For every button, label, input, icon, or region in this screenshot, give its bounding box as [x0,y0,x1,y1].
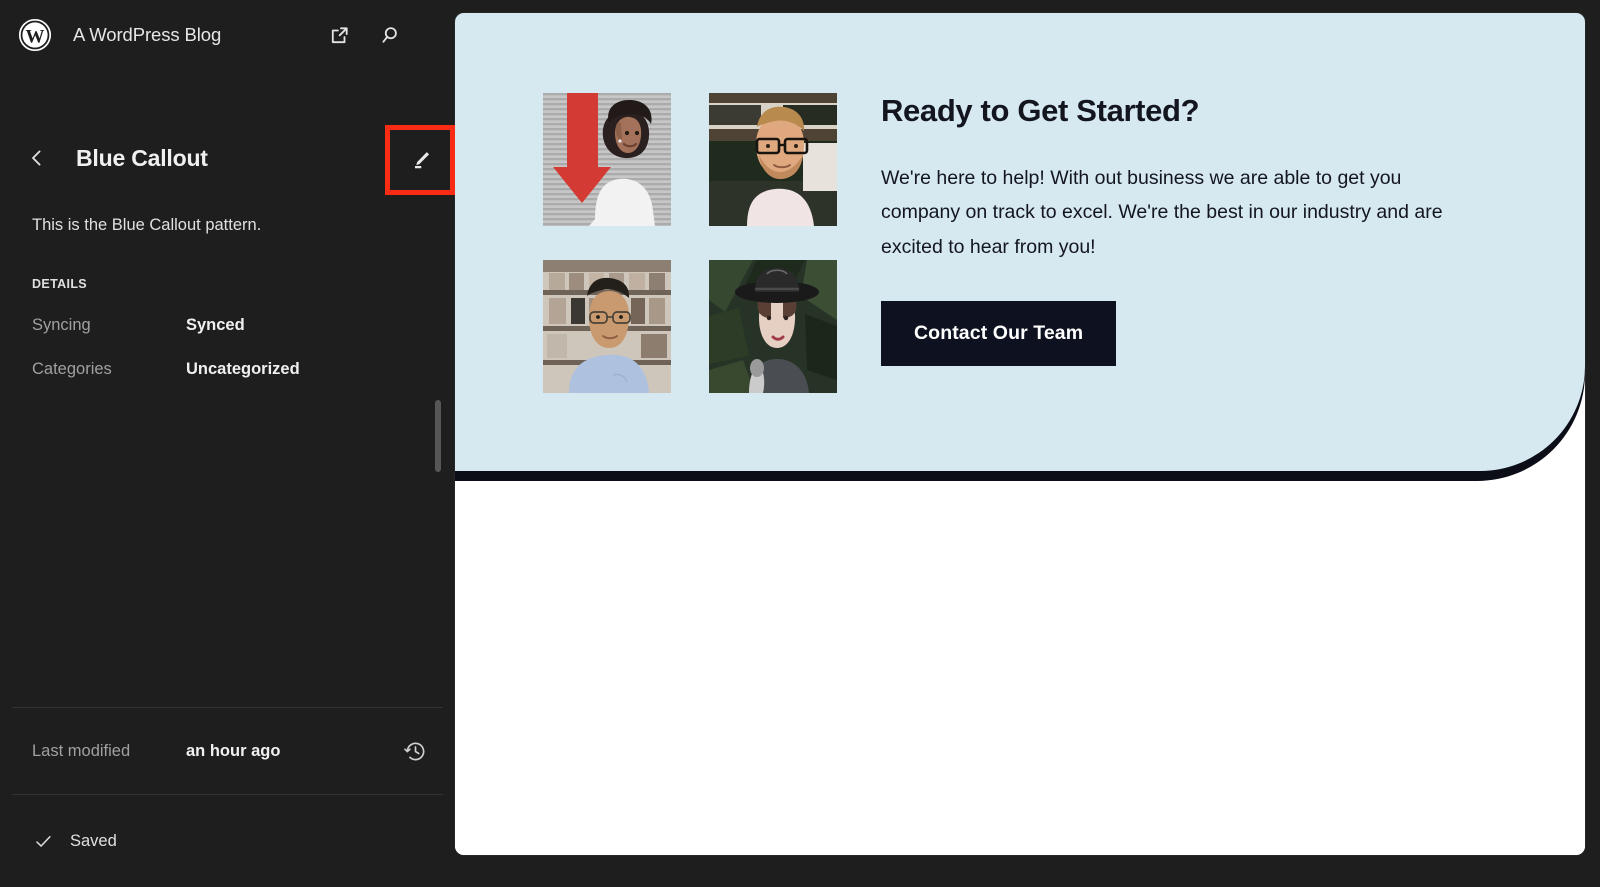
pattern-description: This is the Blue Callout pattern. [32,216,262,234]
pattern-title-row: Blue Callout [0,122,455,194]
details-section-label: DETAILS [32,277,87,292]
details-section: DETAILS Syncing Synced Categories Uncate… [0,277,455,379]
external-link-icon[interactable] [323,19,355,51]
callout-text-column: Ready to Get Started? We're here to help… [881,93,1481,366]
edit-pattern-button[interactable] [396,136,444,184]
sidebar-header: W A WordPress Blog [0,0,455,70]
blue-callout-block[interactable]: Ready to Get Started? We're here to help… [455,13,1585,471]
canvas-empty-lower-area[interactable] [455,481,1585,855]
last-modified-label: Last modified [32,741,131,760]
site-editor-window: W A WordPress Blog Blue Callout This is … [0,0,1600,887]
save-status-row[interactable]: Saved [0,795,455,887]
photo-woman-afro[interactable] [543,93,671,226]
wordpress-logo-icon[interactable]: W [18,18,52,52]
chevron-left-icon[interactable] [20,141,54,175]
photo-bearded-man-glasses[interactable] [709,93,837,226]
contact-our-team-button[interactable]: Contact Our Team [881,300,1117,366]
callout-body-text: We're here to help! With out business we… [881,166,1443,259]
detail-row-categories: Categories Uncategorized [32,360,431,379]
photo-woman-wide-brim-hat[interactable] [709,260,837,393]
page-title: Blue Callout [76,144,208,171]
editor-canvas-area: Ready to Get Started? We're here to help… [455,0,1600,887]
photo-grid [543,93,837,393]
editor-sidebar: W A WordPress Blog Blue Callout This is … [0,0,455,887]
checkmark-icon [32,830,54,852]
detail-value: Synced [186,316,245,335]
search-icon[interactable] [373,19,405,51]
revision-history-icon[interactable] [395,731,435,771]
pattern-preview-canvas[interactable]: Ready to Get Started? We're here to help… [455,13,1585,855]
detail-key: Syncing [32,316,91,335]
detail-row-syncing: Syncing Synced [32,316,431,335]
last-modified-value: an hour ago [186,741,281,760]
callout-heading: Ready to Get Started? [881,93,1200,128]
photo-man-blue-sweatshirt[interactable] [543,260,671,393]
save-status-label: Saved [70,831,117,850]
last-modified-row: Last modified an hour ago [0,708,455,794]
svg-text:W: W [26,26,45,47]
sidebar-header-actions [323,19,441,51]
detail-key: Categories [32,360,112,379]
sidebar-scrollbar-thumb[interactable] [435,400,441,472]
detail-value: Uncategorized [186,360,300,379]
site-title: A WordPress Blog [73,24,222,45]
